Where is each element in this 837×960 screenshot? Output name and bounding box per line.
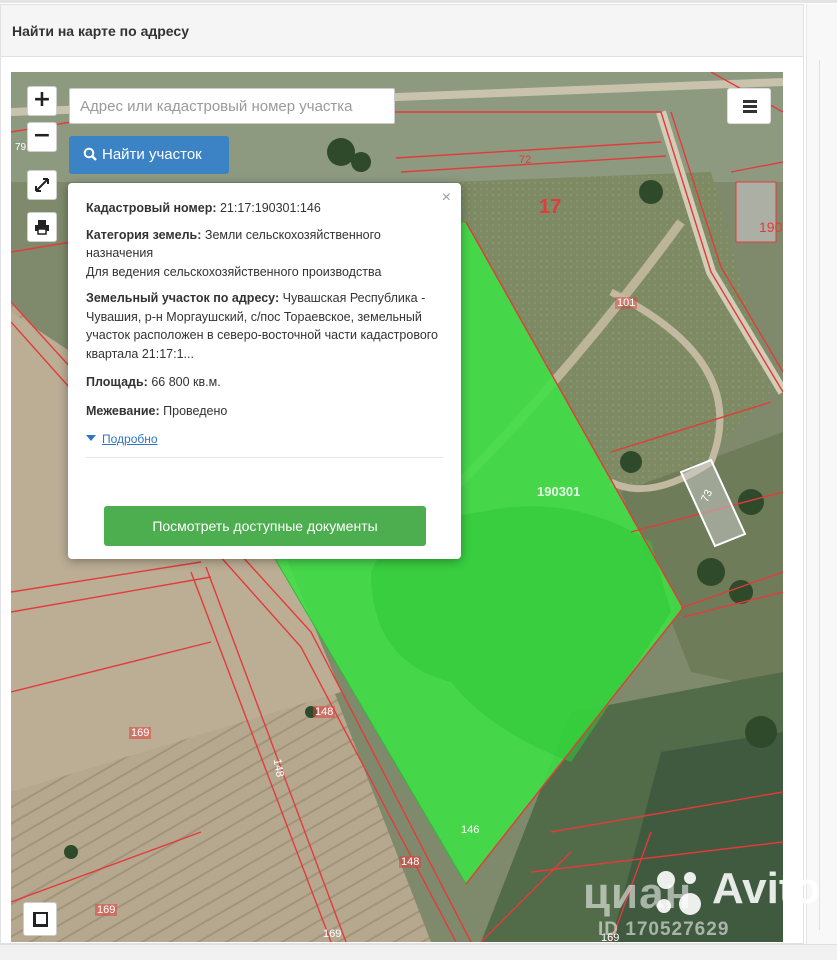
fullscreen-button[interactable] bbox=[27, 170, 57, 200]
area-label: Площадь: bbox=[86, 375, 148, 389]
address-label: Земельный участок по адресу: bbox=[86, 291, 280, 305]
right-sidebar-strip bbox=[806, 4, 837, 944]
parcel-label: 190 bbox=[759, 219, 783, 235]
cadastral-map[interactable]: 17 101 190 72 73 148 148 146 148 169 169… bbox=[11, 72, 783, 942]
parcel-label: 148 bbox=[313, 706, 336, 718]
land-use-value: Для ведения сельскохозяйственного произв… bbox=[86, 264, 382, 279]
popup-divider bbox=[86, 456, 443, 458]
scrollbar-track[interactable] bbox=[819, 60, 820, 930]
parcel-label: 146 bbox=[461, 824, 480, 836]
zoom-out-button[interactable]: − bbox=[27, 122, 57, 152]
area-row: Площадь: 66 800 кв.м. bbox=[86, 373, 443, 392]
menu-button[interactable] bbox=[727, 88, 771, 124]
cian-id-watermark: ID 170527629 bbox=[598, 919, 730, 940]
view-documents-button[interactable]: Посмотреть доступные документы bbox=[104, 506, 426, 546]
land-category-label: Категория земель: bbox=[86, 227, 202, 242]
zoom-in-button[interactable]: + bbox=[27, 86, 57, 116]
bottom-border bbox=[0, 944, 837, 960]
land-category-row: Категория земель: Земли сельскохозяйстве… bbox=[86, 226, 443, 282]
survey-label: Межевание: bbox=[86, 403, 160, 418]
chevron-down-icon bbox=[86, 435, 96, 441]
parcel-label: 148 bbox=[399, 856, 422, 868]
cadastral-number-value: 21:17:190301:146 bbox=[219, 201, 321, 215]
parcel-label: 101 bbox=[615, 297, 638, 309]
parcel-label: 79 bbox=[15, 142, 27, 153]
address-row: Земельный участок по адресу: Чувашская Р… bbox=[86, 289, 443, 363]
layers-icon bbox=[33, 912, 48, 927]
close-icon[interactable]: × bbox=[442, 189, 451, 208]
parcel-label: 17 bbox=[539, 196, 562, 218]
top-border bbox=[0, 0, 837, 3]
print-button[interactable] bbox=[27, 212, 57, 242]
parcel-label: 169 bbox=[95, 904, 118, 916]
area-value: 66 800 кв.м. bbox=[151, 375, 221, 389]
details-link-label: Подробно bbox=[102, 432, 158, 446]
layers-button[interactable] bbox=[23, 902, 57, 936]
find-parcel-button[interactable]: Найти участок bbox=[69, 136, 229, 174]
quarter-label: 190301 bbox=[537, 484, 581, 499]
expand-icon bbox=[35, 178, 49, 192]
address-search-input[interactable] bbox=[69, 88, 395, 124]
survey-row: Межевание: Проведено bbox=[86, 402, 443, 421]
printer-icon bbox=[35, 220, 49, 235]
search-icon bbox=[83, 147, 97, 161]
parcel-info-popup: × Кадастровый номер: 21:17:190301:146 Ка… bbox=[68, 183, 461, 559]
avito-watermark: Avito bbox=[712, 864, 821, 913]
details-link[interactable]: Подробно bbox=[86, 430, 443, 449]
find-parcel-label: Найти участок bbox=[102, 146, 202, 163]
panel-header: Найти на карте по адресу bbox=[1, 5, 803, 57]
cadastral-number-label: Кадастровый номер: bbox=[86, 201, 217, 215]
menu-icon bbox=[743, 100, 757, 103]
cadastral-number-row: Кадастровый номер: 21:17:190301:146 bbox=[86, 199, 443, 218]
menu-icon-line bbox=[743, 105, 757, 108]
avito-logo-icon bbox=[657, 871, 701, 915]
menu-icon-line bbox=[743, 110, 757, 113]
parcel-label: 169 bbox=[323, 928, 342, 940]
parcel-label: 72 bbox=[519, 154, 532, 166]
survey-value: Проведено bbox=[163, 403, 228, 418]
panel-title: Найти на карте по адресу bbox=[12, 23, 189, 39]
parcel-label: 169 bbox=[129, 727, 152, 739]
